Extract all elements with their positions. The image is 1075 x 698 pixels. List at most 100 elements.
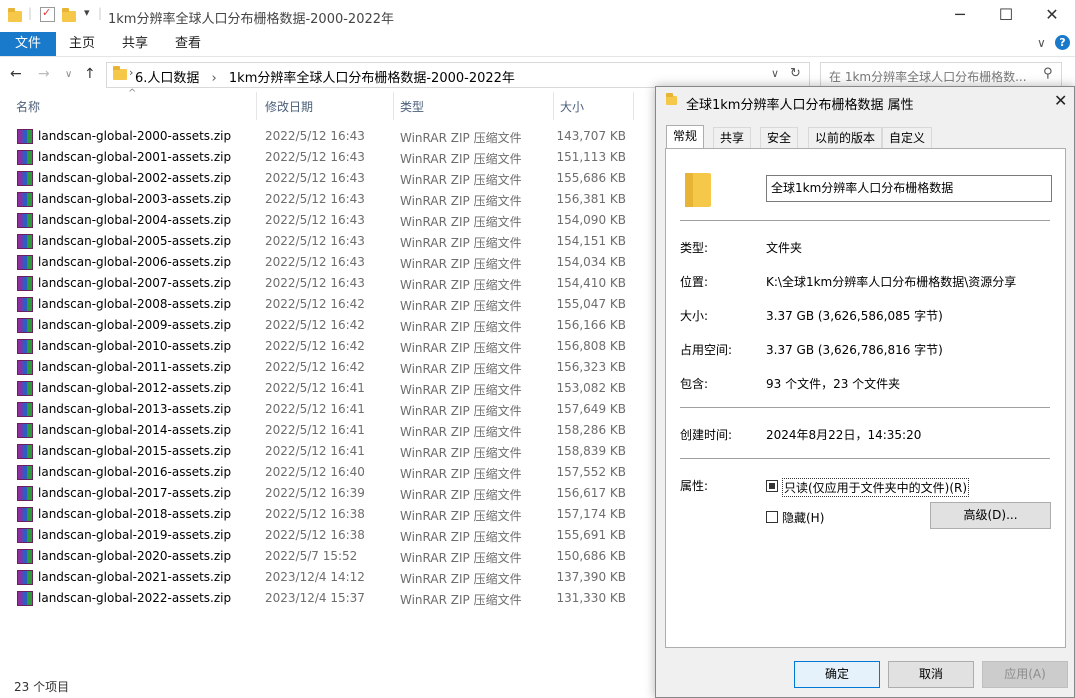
advanced-button[interactable]: 高级(D)...	[930, 502, 1051, 529]
column-header-date[interactable]: 修改日期	[265, 98, 313, 115]
tab-general[interactable]: 常规	[666, 125, 705, 149]
file-row[interactable]: landscan-global-2002-assets.zip 2022/5/12…	[0, 168, 650, 189]
ribbon	[0, 32, 1075, 57]
quick-access-dropdown-icon[interactable]: ▾	[84, 6, 90, 19]
file-row[interactable]: landscan-global-2015-assets.zip 2022/5/12…	[0, 441, 650, 462]
breadcrumb-item[interactable]: 6.人口数据	[135, 71, 199, 86]
address-bar[interactable]: › 6.人口数据 › 1km分辨率全球人口分布栅格数据-2000-2022年 ∨…	[106, 62, 810, 88]
file-row[interactable]: landscan-global-2018-assets.zip 2022/5/12…	[0, 504, 650, 525]
file-name[interactable]: landscan-global-2020-assets.zip	[38, 549, 231, 563]
address-dropdown-icon[interactable]: ∨	[771, 67, 779, 80]
properties-icon[interactable]: ✓	[40, 6, 55, 22]
file-name[interactable]: landscan-global-2008-assets.zip	[38, 297, 231, 311]
file-name[interactable]: landscan-global-2013-assets.zip	[38, 402, 231, 416]
refresh-icon[interactable]: ↻	[790, 66, 801, 81]
file-name[interactable]: landscan-global-2003-assets.zip	[38, 192, 231, 206]
minimize-button[interactable]: ─	[937, 0, 983, 30]
file-name[interactable]: landscan-global-2001-assets.zip	[38, 150, 231, 164]
tab-sharing[interactable]: 共享	[713, 127, 752, 148]
forward-arrow-icon[interactable]: →	[38, 66, 50, 82]
folder-name-field[interactable]: 全球1km分辨率人口分布栅格数据	[766, 175, 1052, 202]
recent-dropdown-icon[interactable]: ∨	[65, 69, 72, 80]
tab-share[interactable]: 共享	[122, 32, 148, 56]
help-icon[interactable]: ?	[1055, 35, 1070, 50]
file-name[interactable]: landscan-global-2011-assets.zip	[38, 360, 231, 374]
ribbon-expand-icon[interactable]: ∨	[1037, 36, 1046, 50]
breadcrumb-item[interactable]: 1km分辨率全球人口分布栅格数据-2000-2022年	[229, 71, 515, 86]
file-name[interactable]: landscan-global-2009-assets.zip	[38, 318, 231, 332]
tab-security[interactable]: 安全	[760, 127, 799, 148]
column-divider[interactable]	[256, 92, 257, 120]
separator: |	[98, 6, 103, 20]
file-name[interactable]: landscan-global-2015-assets.zip	[38, 444, 231, 458]
file-row[interactable]: landscan-global-2000-assets.zip 2022/5/12…	[0, 126, 650, 147]
up-arrow-icon[interactable]: ↑	[84, 66, 96, 82]
search-icon[interactable]: ⚲	[1043, 66, 1053, 81]
file-row[interactable]: landscan-global-2003-assets.zip 2022/5/12…	[0, 189, 650, 210]
file-row[interactable]: landscan-global-2016-assets.zip 2022/5/12…	[0, 462, 650, 483]
file-name[interactable]: landscan-global-2019-assets.zip	[38, 528, 231, 542]
file-name[interactable]: landscan-global-2018-assets.zip	[38, 507, 231, 521]
file-name[interactable]: landscan-global-2022-assets.zip	[38, 591, 231, 605]
column-header-name[interactable]: 名称	[16, 98, 40, 115]
file-size: 157,552 KB	[556, 465, 626, 479]
maximize-button[interactable]: ☐	[983, 0, 1029, 30]
file-size: 154,410 KB	[556, 276, 626, 290]
file-row[interactable]: landscan-global-2001-assets.zip 2022/5/12…	[0, 147, 650, 168]
file-row[interactable]: landscan-global-2020-assets.zip 2022/5/7 …	[0, 546, 650, 567]
file-row[interactable]: landscan-global-2011-assets.zip 2022/5/12…	[0, 357, 650, 378]
file-name[interactable]: landscan-global-2005-assets.zip	[38, 234, 231, 248]
file-row[interactable]: landscan-global-2017-assets.zip 2022/5/12…	[0, 483, 650, 504]
file-name[interactable]: landscan-global-2007-assets.zip	[38, 276, 231, 290]
file-row[interactable]: landscan-global-2004-assets.zip 2022/5/12…	[0, 210, 650, 231]
column-header-type[interactable]: 类型	[400, 98, 424, 115]
file-name[interactable]: landscan-global-2012-assets.zip	[38, 381, 231, 395]
cancel-button[interactable]: 取消	[888, 661, 974, 688]
tab-view[interactable]: 查看	[175, 32, 201, 56]
file-name[interactable]: landscan-global-2002-assets.zip	[38, 171, 231, 185]
column-divider[interactable]	[393, 92, 394, 120]
file-row[interactable]: landscan-global-2005-assets.zip 2022/5/12…	[0, 231, 650, 252]
ok-button[interactable]: 确定	[794, 661, 880, 688]
column-header-size[interactable]: 大小	[560, 98, 584, 115]
file-row[interactable]: landscan-global-2014-assets.zip 2022/5/12…	[0, 420, 650, 441]
file-name[interactable]: landscan-global-2010-assets.zip	[38, 339, 231, 353]
tab-home[interactable]: 主页	[69, 32, 95, 56]
tab-file[interactable]: 文件	[0, 32, 56, 56]
file-row[interactable]: landscan-global-2019-assets.zip 2022/5/12…	[0, 525, 650, 546]
file-row[interactable]: landscan-global-2021-assets.zip 2023/12/4…	[0, 567, 650, 588]
zip-archive-icon	[17, 129, 33, 144]
file-date: 2022/5/12 16:43	[265, 255, 365, 269]
file-name[interactable]: landscan-global-2017-assets.zip	[38, 486, 231, 500]
file-row[interactable]: landscan-global-2006-assets.zip 2022/5/12…	[0, 252, 650, 273]
file-name[interactable]: landscan-global-2004-assets.zip	[38, 213, 231, 227]
chevron-right-icon[interactable]: ›	[129, 66, 133, 79]
hidden-checkbox[interactable]	[766, 511, 778, 523]
close-button[interactable]: ✕	[1029, 0, 1075, 30]
tab-customize[interactable]: 自定义	[882, 127, 933, 148]
file-row[interactable]: landscan-global-2007-assets.zip 2022/5/12…	[0, 273, 650, 294]
file-name[interactable]: landscan-global-2000-assets.zip	[38, 129, 231, 143]
file-name[interactable]: landscan-global-2021-assets.zip	[38, 570, 231, 584]
file-row[interactable]: landscan-global-2008-assets.zip 2022/5/12…	[0, 294, 650, 315]
hidden-label[interactable]: 隐藏(H)	[782, 509, 824, 526]
file-name[interactable]: landscan-global-2016-assets.zip	[38, 465, 231, 479]
search-input[interactable]: 在 1km分辨率全球人口分布栅格数...	[829, 68, 1027, 85]
new-folder-icon[interactable]	[62, 7, 78, 23]
back-arrow-icon[interactable]: ←	[10, 66, 22, 82]
file-name[interactable]: landscan-global-2006-assets.zip	[38, 255, 231, 269]
dialog-close-icon[interactable]: ✕	[1054, 91, 1067, 110]
file-row[interactable]: landscan-global-2012-assets.zip 2022/5/12…	[0, 378, 650, 399]
file-row[interactable]: landscan-global-2013-assets.zip 2022/5/12…	[0, 399, 650, 420]
readonly-label[interactable]: 只读(仅应用于文件夹中的文件)(R)	[782, 478, 970, 497]
file-row[interactable]: landscan-global-2009-assets.zip 2022/5/12…	[0, 315, 650, 336]
column-divider[interactable]	[553, 92, 554, 120]
column-divider[interactable]	[633, 92, 634, 120]
readonly-checkbox[interactable]	[766, 480, 778, 492]
file-row[interactable]: landscan-global-2010-assets.zip 2022/5/12…	[0, 336, 650, 357]
file-row[interactable]: landscan-global-2022-assets.zip 2023/12/4…	[0, 588, 650, 609]
tab-previous-versions[interactable]: 以前的版本	[808, 127, 883, 148]
search-box[interactable]: 在 1km分辨率全球人口分布栅格数... ⚲	[820, 62, 1062, 88]
file-name[interactable]: landscan-global-2014-assets.zip	[38, 423, 231, 437]
apply-button[interactable]: 应用(A)	[982, 661, 1068, 688]
